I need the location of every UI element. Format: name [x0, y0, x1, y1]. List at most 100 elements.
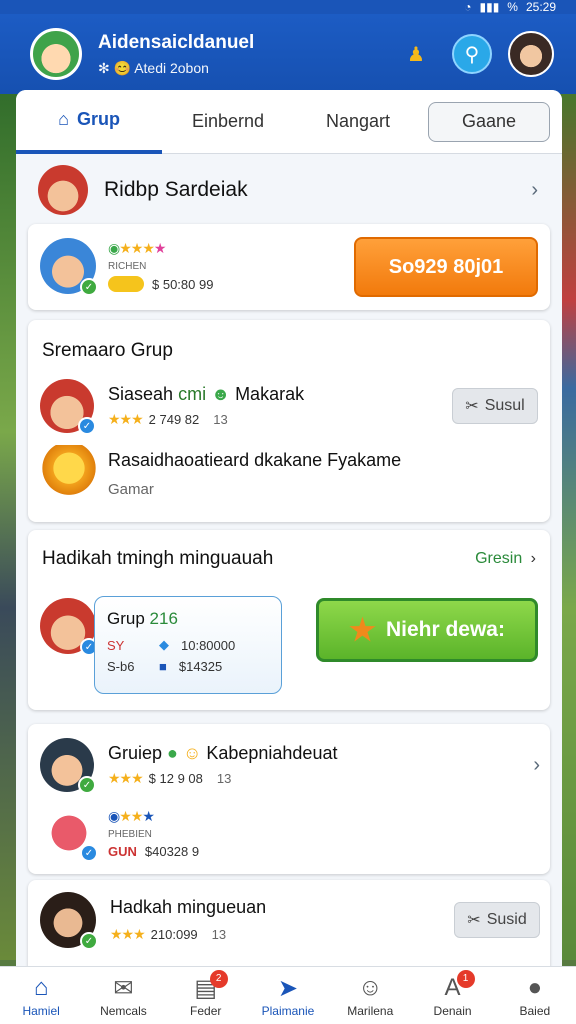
wifi-icon: ◔ [464, 0, 472, 14]
chat-icon: ✉ [113, 974, 134, 1002]
offer-sub-label: RICHEN [108, 261, 147, 272]
group2-name: Gruiep [108, 743, 163, 763]
rating-stars: ★★★ [108, 411, 144, 427]
profile-avatar[interactable] [508, 31, 554, 77]
rating-stars: ◉★★★ [108, 807, 155, 824]
rating-stars: ◉★★★★ [108, 240, 166, 256]
notification-badge: 2 [209, 969, 228, 988]
bubble-icon-1: ◆ [159, 637, 169, 652]
challenge-bubble[interactable]: Grup 216 SY ◆ 10:80000 S-b6 ■ $14325 [94, 596, 282, 694]
challenge-button-label: Niehr dewa: [385, 618, 505, 641]
status-bar: ◔ ▮▮▮ % 25:29 [0, 0, 576, 14]
group-title: Ridbp Sardeiak [104, 178, 248, 201]
member-name: Siaseah [108, 384, 174, 404]
nav-label: Plaimanie [261, 1003, 315, 1018]
offer-card: ✓ ◉★★★★ RICHEN $ 50:80 99 So929 80j01 [28, 224, 550, 310]
username: Aidensaicldanuel [98, 31, 255, 53]
challenge-title: Hadikah tmingh minguauah [42, 548, 274, 569]
offer-amount: $ 50:80 99 [152, 276, 214, 292]
tools-icon: ✂ [465, 398, 479, 415]
last-avatar: ✓ [40, 892, 98, 950]
challenge-link[interactable]: Gresin › [475, 550, 536, 568]
member-count: 13 [213, 412, 228, 427]
tab-grup[interactable]: ⌂ Grup [16, 90, 162, 154]
group2-card[interactable]: ✓ Gruiep ● ☺ Kabepniahdeuat ★★★ $ 12 9 0… [28, 724, 550, 874]
member-button[interactable]: ✂ Susul [452, 388, 538, 424]
group2-sub-label: PHEBIEN [108, 828, 152, 840]
nav-label: Hamiel [22, 1003, 60, 1018]
nav-nemcals[interactable]: ✉ Nemcals [83, 974, 163, 1018]
check-icon: ✓ [78, 417, 96, 435]
header-sub-text: Atedi 2obon [134, 59, 209, 76]
home-icon: ⌂ [58, 109, 69, 129]
search-icon[interactable]: ⚲ [452, 34, 492, 74]
trophy-icon [42, 445, 96, 503]
nav-marilena[interactable]: ☺ Marilena [330, 974, 410, 1018]
challenge-link-label: Gresin [475, 550, 523, 567]
alert-icon: A [444, 973, 461, 1001]
member-row[interactable]: ✓ Siaseah cmi ☻ Makarak ★★★ 2 749 82 13 … [40, 378, 540, 435]
header-text: Aidensaicldanuel ✻ 😊 Atedi 2obon [98, 32, 396, 77]
nav-label: Baied [519, 1003, 551, 1018]
bubble-title: Grup [107, 609, 145, 628]
group-avatar [38, 165, 88, 215]
group2-stats: $ 12 9 08 [148, 771, 203, 786]
battery-level: % [507, 0, 518, 14]
check-icon: ✓ [80, 844, 98, 862]
nav-feder[interactable]: 2 ▤ Feder [166, 969, 246, 1018]
challenge-card: Hadikah tmingh minguauah Gresin › ✓ Grup… [28, 530, 550, 710]
check-icon: ✓ [80, 932, 98, 950]
user-icon[interactable]: ♟ [396, 34, 436, 74]
last-card[interactable]: ✓ Hadkah mingueuan ★★★ 210:099 13 ✂ Susi… [28, 880, 550, 970]
tab-gaane[interactable]: Gaane [428, 101, 550, 142]
nav-home[interactable]: ⌂ Hamiel [1, 974, 81, 1018]
member-row[interactable]: Rasaidhaoatieard dkakane Fyakame Gamar [42, 444, 542, 504]
last-button[interactable]: ✂ Susid [454, 902, 540, 938]
members-card: Sremaaro Grup ✓ Siaseah cmi ☻ Makarak ★★… [28, 320, 550, 522]
bottom-nav: ⌂ Hamiel ✉ Nemcals 2 ▤ Feder ➤ Plaimanie… [0, 966, 576, 1024]
tab-einbernd[interactable]: Einbernd [162, 90, 294, 154]
tab-label: Grup [76, 109, 120, 129]
group-header[interactable]: Ridbp Sardeiak › [38, 164, 538, 216]
offer-button[interactable]: So929 80j01 [354, 237, 538, 297]
members-title: Sremaaro Grup [42, 340, 173, 361]
check-icon: ✓ [80, 278, 98, 296]
bubble-icon-2: ■ [159, 659, 167, 674]
bubble-label-1: SY [107, 637, 125, 653]
nav-plaimanie[interactable]: ➤ Plaimanie [248, 974, 328, 1018]
last-button-label: Susid [486, 911, 527, 928]
nav-baied[interactable]: ● Baied [495, 974, 575, 1018]
user-avatar[interactable] [30, 28, 82, 80]
coin-icon [108, 276, 144, 292]
nav-label: Nemcals [100, 1003, 147, 1018]
emoji-icon: ☺ [182, 743, 202, 763]
member-tag: cmi [178, 384, 207, 404]
header-sub-icons: ✻ 😊 [98, 59, 132, 76]
offer-avatar: ✓ [40, 238, 98, 296]
nav-denain[interactable]: 1 A Denain [413, 969, 493, 1018]
compass-icon: ➤ [277, 974, 299, 1002]
main-panel: ⌂ Grup Einbernd Nangart Gaane Ridbp Sard… [16, 90, 562, 970]
tab-nangart[interactable]: Nangart [294, 90, 422, 154]
chevron-right-icon: › [531, 178, 538, 201]
rating-stars: ★★★ [110, 926, 146, 942]
header-subtitle: ✻ 😊 Atedi 2obon [98, 60, 396, 77]
monster-avatar: ✓ [42, 806, 98, 862]
chevron-right-icon: › [530, 550, 536, 567]
chevron-right-icon: › [533, 753, 540, 776]
challenge-button[interactable]: ★ Niehr dewa: [316, 598, 538, 662]
nav-label: Marilena [347, 1003, 394, 1018]
bubble-value-1: 10:80000 [181, 637, 236, 653]
app-header: Aidensaicldanuel ✻ 😊 Atedi 2obon ♟ ⚲ [0, 14, 576, 94]
bubble-label-2: S-b6 [107, 659, 135, 674]
smile-icon: ● [167, 743, 178, 763]
member-extra: Makarak [235, 384, 305, 404]
group2-tag: GUN [108, 843, 137, 859]
signal-icon: ▮▮▮ [479, 0, 500, 14]
group2-amount: $40328 9 [144, 843, 200, 859]
clock: 25:29 [525, 0, 556, 14]
smile-icon: ☻ [211, 384, 231, 404]
tools-icon: ✂ [467, 912, 481, 929]
last-stats: 210:099 [150, 927, 198, 942]
last-count: 13 [211, 927, 227, 942]
